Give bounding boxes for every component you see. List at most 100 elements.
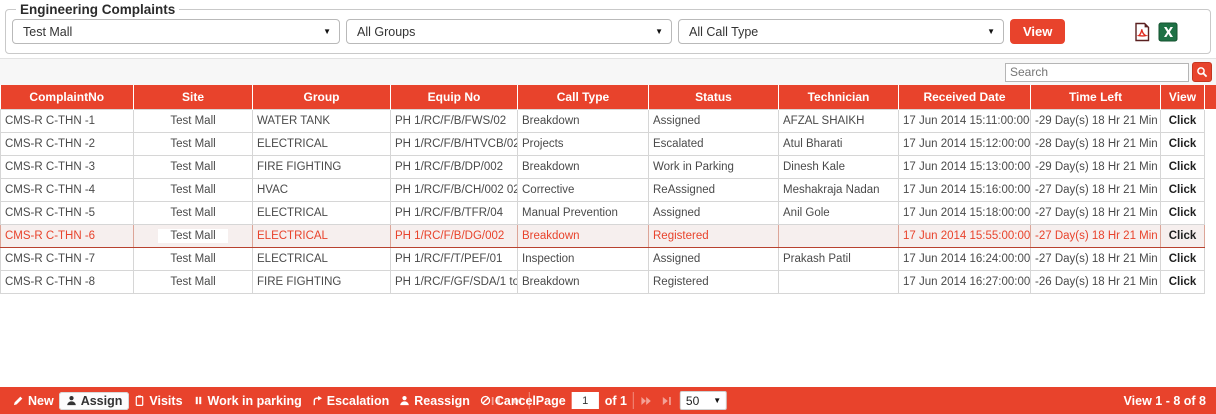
table-row[interactable]: CMS-R C-THN -1Test MallWATER TANKPH 1/RC…	[1, 109, 1216, 132]
col-header-complaint-no[interactable]: ComplaintNo	[1, 85, 134, 109]
cell-view[interactable]: Click	[1161, 178, 1205, 201]
cell-received-date: 17 Jun 2014 15:11:00:000	[899, 109, 1031, 132]
cell-view[interactable]: Click	[1161, 109, 1205, 132]
pagination: Page of 1 50 ▼	[489, 391, 727, 410]
cell-view[interactable]: Click	[1161, 201, 1205, 224]
cell-complaint-no: CMS-R C-THN -3	[1, 155, 134, 178]
col-header-status[interactable]: Status	[649, 85, 779, 109]
pencil-icon	[13, 395, 24, 406]
cell-received-date: 17 Jun 2014 16:27:00:000	[899, 270, 1031, 293]
page-number-input[interactable]	[572, 392, 599, 409]
cell-received-date: 17 Jun 2014 16:24:00:000	[899, 247, 1031, 270]
cell-received-date: 17 Jun 2014 15:13:00:000	[899, 155, 1031, 178]
chevron-down-icon: ▼	[655, 27, 663, 36]
cell-technician: Meshakraja Nadan	[779, 178, 899, 201]
chevron-down-icon: ▼	[987, 27, 995, 36]
visits-clipboard-icon	[134, 395, 145, 406]
table-header-row: ComplaintNo Site Group Equip No Call Typ…	[1, 85, 1216, 109]
page-title: Engineering Complaints	[16, 2, 179, 17]
row-filler	[1205, 155, 1216, 178]
cell-site: Test Mall	[134, 247, 253, 270]
first-page-icon	[490, 395, 502, 407]
cell-complaint-no: CMS-R C-THN -2	[1, 132, 134, 155]
col-header-time-left[interactable]: Time Left	[1031, 85, 1161, 109]
cell-complaint-no: CMS-R C-THN -4	[1, 178, 134, 201]
chevron-down-icon: ▼	[713, 396, 721, 405]
row-filler	[1205, 247, 1216, 270]
grid-empty-area	[0, 294, 1216, 379]
complaints-table: ComplaintNo Site Group Equip No Call Typ…	[0, 85, 1216, 294]
last-page-button[interactable]	[660, 395, 674, 407]
cell-view[interactable]: Click	[1161, 224, 1205, 247]
site-select[interactable]: Test Mall ▼	[12, 19, 340, 44]
group-select[interactable]: All Groups ▼	[346, 19, 672, 44]
search-input[interactable]	[1005, 63, 1189, 82]
col-header-view[interactable]: View	[1161, 85, 1205, 109]
next-page-icon	[641, 395, 653, 407]
cell-equip-no: PH 1/RC/F/T/PEF/01	[391, 247, 518, 270]
table-row[interactable]: CMS-R C-THN -2Test MallELECTRICALPH 1/RC…	[1, 132, 1216, 155]
cell-complaint-no: CMS-R C-THN -1	[1, 109, 134, 132]
next-page-button[interactable]	[640, 395, 654, 407]
row-filler	[1205, 178, 1216, 201]
header-filler	[1205, 85, 1216, 109]
record-summary: View 1 - 8 of 8	[1124, 394, 1208, 408]
col-header-group[interactable]: Group	[253, 85, 391, 109]
new-button[interactable]: New	[8, 392, 59, 410]
col-header-site[interactable]: Site	[134, 85, 253, 109]
pdf-export-icon[interactable]	[1132, 22, 1152, 42]
cell-equip-no: PH 1/RC/F/B/HTVCB/02 0	[391, 132, 518, 155]
col-header-technician[interactable]: Technician	[779, 85, 899, 109]
view-button[interactable]: View	[1010, 19, 1065, 44]
cell-received-date: 17 Jun 2014 15:16:00:000	[899, 178, 1031, 201]
col-header-call-type[interactable]: Call Type	[518, 85, 649, 109]
cell-view[interactable]: Click	[1161, 155, 1205, 178]
table-row[interactable]: CMS-R C-THN -4Test MallHVACPH 1/RC/F/B/C…	[1, 178, 1216, 201]
escalation-button[interactable]: Escalation	[307, 392, 395, 410]
cell-status: Registered	[649, 270, 779, 293]
engineering-complaints-panel: Engineering Complaints Test Mall ▼ All G…	[5, 2, 1211, 54]
complaints-table-body: CMS-R C-THN -1Test MallWATER TANKPH 1/RC…	[1, 109, 1216, 293]
table-row[interactable]: CMS-R C-THN -3Test MallFIRE FIGHTINGPH 1…	[1, 155, 1216, 178]
cell-call-type: Breakdown	[518, 155, 649, 178]
call-type-select-value: All Call Type	[689, 25, 758, 39]
table-row[interactable]: CMS-R C-THN -7Test MallELECTRICALPH 1/RC…	[1, 247, 1216, 270]
row-filler	[1205, 109, 1216, 132]
cell-technician: Atul Bharati	[779, 132, 899, 155]
filter-row: Test Mall ▼ All Groups ▼ All Call Type ▼…	[12, 19, 1204, 44]
prev-page-icon	[510, 395, 522, 407]
chevron-down-icon: ▼	[323, 27, 331, 36]
work-in-parking-button[interactable]: Work in parking	[188, 392, 307, 410]
cell-status: ReAssigned	[649, 178, 779, 201]
assign-button[interactable]: Assign	[59, 392, 130, 410]
site-select-value: Test Mall	[23, 25, 72, 39]
cell-call-type: Breakdown	[518, 109, 649, 132]
search-button[interactable]	[1192, 62, 1212, 82]
cell-status: Assigned	[649, 109, 779, 132]
col-header-received-date[interactable]: Received Date	[899, 85, 1031, 109]
cell-call-type: Breakdown	[518, 270, 649, 293]
cell-time-left: -28 Day(s) 18 Hr 21 Min	[1031, 132, 1161, 155]
group-select-value: All Groups	[357, 25, 415, 39]
reassign-button[interactable]: Reassign	[394, 392, 475, 410]
table-row[interactable]: CMS-R C-THN -5Test MallELECTRICALPH 1/RC…	[1, 201, 1216, 224]
excel-export-icon[interactable]	[1158, 22, 1178, 42]
call-type-select[interactable]: All Call Type ▼	[678, 19, 1004, 44]
col-header-equip-no[interactable]: Equip No	[391, 85, 518, 109]
prev-page-button[interactable]	[509, 395, 523, 407]
cell-group: WATER TANK	[253, 109, 391, 132]
page-size-select[interactable]: 50 ▼	[680, 391, 727, 410]
cell-group: ELECTRICAL	[253, 132, 391, 155]
cell-site: Test Mall	[134, 109, 253, 132]
cell-view[interactable]: Click	[1161, 270, 1205, 293]
cell-view[interactable]: Click	[1161, 132, 1205, 155]
visits-button[interactable]: Visits	[129, 392, 187, 410]
first-page-button[interactable]	[489, 395, 503, 407]
table-row[interactable]: CMS-R C-THN -6Test MallELECTRICALPH 1/RC…	[1, 224, 1216, 247]
table-row[interactable]: CMS-R C-THN -8Test MallFIRE FIGHTINGPH 1…	[1, 270, 1216, 293]
cell-status: Assigned	[649, 201, 779, 224]
cell-view[interactable]: Click	[1161, 247, 1205, 270]
cell-site: Test Mall	[134, 201, 253, 224]
cell-site: Test Mall	[134, 132, 253, 155]
cell-technician: AFZAL SHAIKH	[779, 109, 899, 132]
